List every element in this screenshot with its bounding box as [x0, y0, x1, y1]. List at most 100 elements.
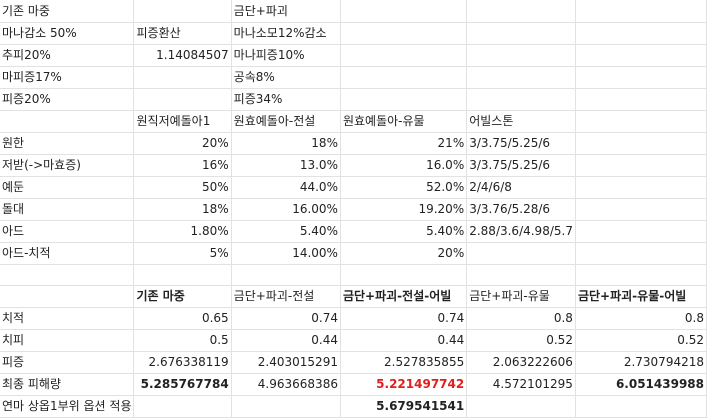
sheet-cell[interactable]: 금단+파괴-전설-어빌 [340, 285, 468, 308]
sheet-cell[interactable]: 1.14084507 [133, 44, 232, 67]
sheet-cell[interactable]: 2.527835855 [340, 351, 468, 374]
sheet-cell[interactable] [466, 242, 576, 265]
sheet-cell[interactable]: 5.285767784 [133, 373, 232, 396]
sheet-cell[interactable]: 0.74 [231, 307, 341, 330]
sheet-cell[interactable]: 공속8% [231, 66, 341, 89]
sheet-cell[interactable]: 16% [133, 154, 232, 177]
sheet-cell[interactable] [133, 88, 232, 111]
sheet-cell[interactable]: 4.963668386 [231, 373, 341, 396]
sheet-cell[interactable]: 0.5 [133, 329, 232, 352]
sheet-cell[interactable] [340, 88, 468, 111]
sheet-cell[interactable] [575, 395, 707, 418]
sheet-cell[interactable] [466, 66, 576, 89]
sheet-cell[interactable]: 원효예돌아-전설 [231, 110, 341, 133]
sheet-cell[interactable] [466, 88, 576, 111]
sheet-cell[interactable] [133, 0, 232, 23]
sheet-cell[interactable] [0, 264, 135, 286]
sheet-cell[interactable] [133, 264, 232, 286]
sheet-cell[interactable] [0, 285, 135, 308]
sheet-cell[interactable]: 5% [133, 242, 232, 265]
sheet-cell[interactable]: 기존 마중 [133, 285, 232, 308]
sheet-cell[interactable]: 1.80% [133, 220, 232, 243]
sheet-cell[interactable]: 18% [231, 132, 341, 155]
sheet-cell[interactable]: 2.063222606 [466, 351, 576, 374]
sheet-cell[interactable]: 16.00% [231, 198, 341, 221]
sheet-cell[interactable]: 피증환산 [133, 22, 232, 45]
sheet-cell[interactable] [575, 242, 707, 265]
sheet-cell[interactable]: 0.8 [466, 307, 576, 330]
sheet-cell[interactable]: 6.051439988 [575, 373, 707, 396]
sheet-cell[interactable] [575, 0, 707, 23]
sheet-cell[interactable]: 예둔 [0, 176, 135, 199]
sheet-cell[interactable]: 0.74 [340, 307, 468, 330]
sheet-cell[interactable]: 21% [340, 132, 468, 155]
sheet-cell[interactable]: 기존 마중 [0, 0, 135, 23]
sheet-cell[interactable]: 0.65 [133, 307, 232, 330]
sheet-cell[interactable]: 금단+파괴 [231, 0, 341, 23]
sheet-cell[interactable] [575, 198, 707, 221]
sheet-cell[interactable] [466, 44, 576, 67]
sheet-cell[interactable]: 추피20% [0, 44, 135, 67]
sheet-cell[interactable] [575, 220, 707, 243]
sheet-cell[interactable]: 52.0% [340, 176, 468, 199]
sheet-cell[interactable]: 마나소모12%감소 [231, 22, 341, 45]
sheet-cell[interactable]: 치피 [0, 329, 135, 352]
sheet-cell[interactable] [575, 66, 707, 89]
sheet-cell[interactable]: 저받(->마효증) [0, 154, 135, 177]
sheet-cell[interactable] [340, 0, 468, 23]
sheet-cell[interactable]: 20% [133, 132, 232, 155]
sheet-cell[interactable] [466, 0, 576, 23]
sheet-cell[interactable]: 피증34% [231, 88, 341, 111]
sheet-cell[interactable]: 44.0% [231, 176, 341, 199]
sheet-cell[interactable] [0, 110, 135, 133]
sheet-cell[interactable]: 18% [133, 198, 232, 221]
sheet-cell[interactable]: 0.44 [231, 329, 341, 352]
sheet-cell[interactable]: 5.40% [340, 220, 468, 243]
sheet-cell[interactable]: 피증 [0, 351, 135, 374]
sheet-cell[interactable]: 치적 [0, 307, 135, 330]
sheet-cell[interactable] [340, 264, 468, 286]
sheet-cell[interactable] [466, 22, 576, 45]
sheet-cell[interactable]: 원직저예돌아1 [133, 110, 232, 133]
sheet-cell[interactable]: 5.679541541 [340, 395, 468, 418]
sheet-cell[interactable]: 13.0% [231, 154, 341, 177]
sheet-cell[interactable]: 원한 [0, 132, 135, 155]
sheet-cell[interactable] [575, 264, 707, 286]
sheet-cell[interactable]: 금단+파괴-전설 [231, 285, 341, 308]
sheet-cell[interactable]: 금단+파괴-유물 [466, 285, 576, 308]
sheet-cell[interactable]: 3/3.75/5.25/6 [466, 154, 576, 177]
sheet-cell[interactable]: 0.52 [575, 329, 707, 352]
sheet-cell[interactable]: 마나감소 50% [0, 22, 135, 45]
sheet-cell[interactable] [575, 176, 707, 199]
sheet-cell[interactable]: 피증20% [0, 88, 135, 111]
sheet-cell[interactable] [231, 264, 341, 286]
sheet-cell[interactable] [340, 22, 468, 45]
sheet-cell[interactable] [231, 395, 341, 418]
sheet-cell[interactable]: 원효예돌아-유물 [340, 110, 468, 133]
sheet-cell[interactable]: 14.00% [231, 242, 341, 265]
sheet-cell[interactable]: 연마 상옵1부위 옵션 적용 [0, 395, 135, 418]
sheet-cell[interactable]: 16.0% [340, 154, 468, 177]
sheet-cell[interactable]: 어빌스톤 [466, 110, 576, 133]
sheet-cell[interactable]: 최종 피해량 [0, 373, 135, 396]
sheet-cell[interactable]: 20% [340, 242, 468, 265]
sheet-cell[interactable]: 50% [133, 176, 232, 199]
sheet-cell[interactable]: 3/3.75/5.25/6 [466, 132, 576, 155]
sheet-cell[interactable]: 아드-치적 [0, 242, 135, 265]
sheet-cell[interactable]: 19.20% [340, 198, 468, 221]
sheet-cell[interactable] [575, 132, 707, 155]
sheet-cell[interactable]: 2/4/6/8 [466, 176, 576, 199]
sheet-cell[interactable] [340, 44, 468, 67]
sheet-cell[interactable]: 2.88/3.6/4.98/5.7 [466, 220, 576, 243]
sheet-cell[interactable]: 마피증17% [0, 66, 135, 89]
sheet-cell[interactable]: 5.221497742 [340, 373, 468, 396]
sheet-cell[interactable] [575, 110, 707, 133]
sheet-cell[interactable]: 3/3.76/5.28/6 [466, 198, 576, 221]
sheet-cell[interactable] [575, 154, 707, 177]
sheet-cell[interactable]: 아드 [0, 220, 135, 243]
sheet-cell[interactable] [133, 66, 232, 89]
sheet-cell[interactable] [466, 395, 576, 418]
sheet-cell[interactable] [340, 66, 468, 89]
sheet-cell[interactable]: 4.572101295 [466, 373, 576, 396]
sheet-cell[interactable]: 0.8 [575, 307, 707, 330]
